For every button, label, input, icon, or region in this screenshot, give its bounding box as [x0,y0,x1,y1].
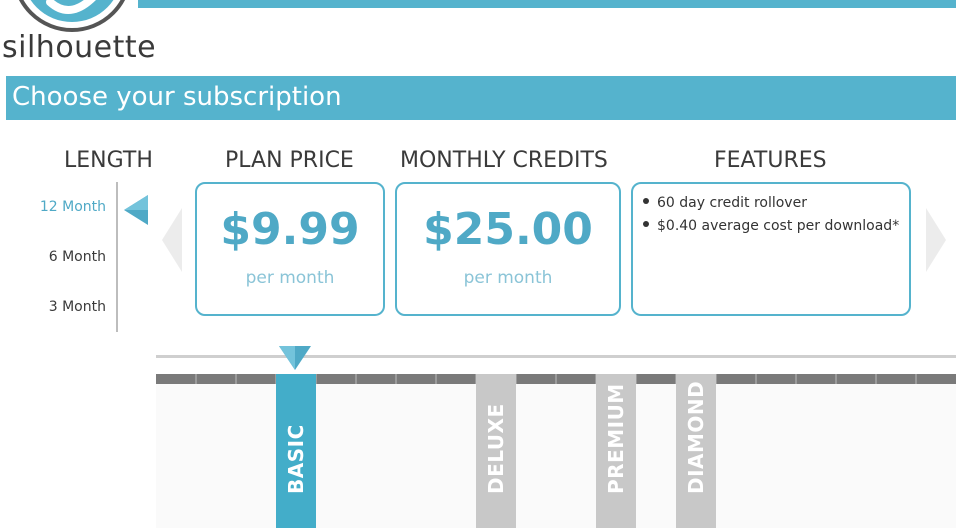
tier-slider-track[interactable] [156,355,956,358]
monthly-credits-header: MONTHLY CREDITS [400,148,608,173]
tier-deluxe[interactable]: DELUXE [476,374,516,528]
length-option-6-month[interactable]: 6 Month [6,249,106,265]
plan-price-unit: per month [245,268,335,288]
tier-label-premium: PREMIUM [604,383,628,494]
plan-price-header: PLAN PRICE [225,148,354,173]
feature-text: 60 day credit rollover [657,195,807,211]
tier-label-diamond: DIAMOND [684,380,708,494]
triangle-left-icon [124,195,148,225]
plan-price-value: $9.99 [220,204,360,255]
plan-price-card: $9.99 per month [195,182,385,316]
tier-basic[interactable]: BASIC [276,374,316,528]
chevron-left-icon[interactable] [162,208,184,272]
bullet-icon [643,198,649,204]
tier-diamond[interactable]: DIAMOND [676,374,716,528]
length-divider [116,182,118,332]
triangle-down-icon[interactable] [278,345,312,371]
brand-name: silhouette [2,30,157,65]
features-card: 60 day credit rollover $0.40 average cos… [631,182,911,316]
page-title: Choose your subscription [12,82,342,112]
features-header: FEATURES [714,148,827,173]
feature-item: $0.40 average cost per download* [643,215,899,238]
monthly-credits-unit: per month [463,268,553,288]
length-option-3-month[interactable]: 3 Month [6,299,106,315]
monthly-credits-value: $25.00 [423,204,593,255]
monthly-credits-card: $25.00 per month [395,182,621,316]
tier-label-basic: BASIC [284,424,308,494]
title-banner: Choose your subscription [6,76,956,120]
length-option-12-month[interactable]: 12 Month [6,199,106,215]
tier-label-deluxe: DELUXE [484,403,508,494]
chevron-right-icon[interactable] [924,208,946,272]
feature-text: $0.40 average cost per download* [657,218,900,234]
feature-item: 60 day credit rollover [643,192,899,215]
top-accent-bar [138,0,956,8]
features-list: 60 day credit rollover $0.40 average cos… [643,192,899,238]
bullet-icon [643,221,649,227]
tier-premium[interactable]: PREMIUM [596,374,636,528]
length-header: LENGTH [64,148,153,173]
